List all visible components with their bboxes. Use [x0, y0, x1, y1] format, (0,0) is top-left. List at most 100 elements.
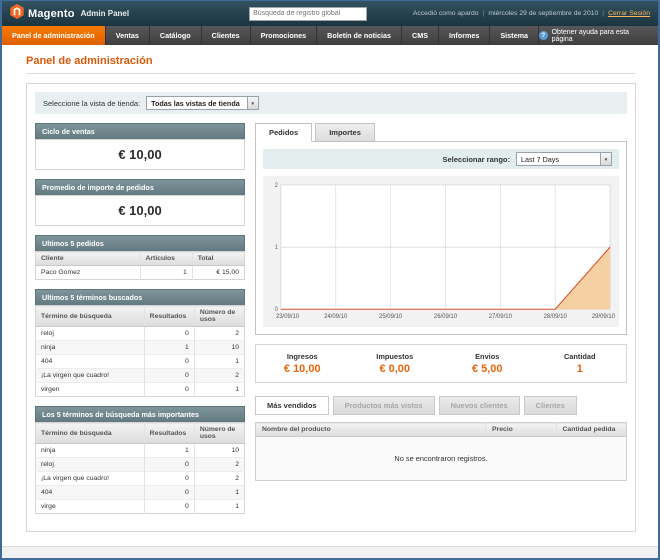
- table-row[interactable]: ¡La virgen que cuadro! 0 2: [36, 369, 245, 383]
- top-header: Magento Admin Panel Accedió como apardo …: [2, 1, 658, 26]
- chart-area: 01223/09/1024/09/1025/09/1026/09/1027/09…: [263, 176, 619, 327]
- brand: Magento Admin Panel: [10, 4, 129, 24]
- column-header: Número de usos: [194, 423, 244, 444]
- current-date: miércoles 29 de septiembre de 2010: [488, 10, 598, 17]
- dashboard-container: Seleccione la vista de tienda: Todas las…: [26, 83, 636, 532]
- nav-item-boletin[interactable]: Boletín de noticias: [317, 26, 402, 45]
- average-orders-value: € 10,00: [35, 195, 245, 226]
- content-area: Panel de administración Seleccione la vi…: [2, 45, 658, 538]
- panel-title: Promedio de importe de pedidos: [35, 179, 245, 195]
- nav-item-cms[interactable]: CMS: [402, 26, 439, 45]
- range-bar: Seleccionar rango: Last 7 Days ▼: [263, 149, 619, 169]
- table-row[interactable]: ¡La virgen que cuadro! 0 2: [36, 472, 245, 486]
- empty-row: No se encontraron registros.: [256, 437, 627, 481]
- top-search-terms-panel: Los 5 términos de búsqueda más important…: [35, 406, 245, 514]
- store-view-select[interactable]: Todas las vistas de tienda ▼: [146, 96, 259, 110]
- magento-logo-icon: [10, 4, 24, 24]
- session-info: Accedió como apardo | miércoles 29 de se…: [413, 10, 650, 17]
- top-search-terms-table: Término de búsqueda Resultados Número de…: [35, 422, 245, 514]
- nav-item-dashboard[interactable]: Panel de administración: [2, 26, 106, 45]
- stat-cantidad: Cantidad 1: [534, 352, 627, 375]
- column-header: Nombre del producto: [256, 423, 486, 437]
- last-search-terms-table: Término de búsqueda Resultados Número de…: [35, 305, 245, 397]
- table-row[interactable]: reloj 0 2: [36, 327, 245, 341]
- global-search-input[interactable]: [249, 7, 367, 21]
- nav-item-ventas[interactable]: Ventas: [106, 26, 150, 45]
- column-header: Resultados: [144, 306, 194, 327]
- main-nav: Panel de administración Ventas Catálogo …: [2, 26, 658, 45]
- logout-link[interactable]: Cerrar Sesión: [608, 10, 650, 17]
- svg-text:25/09/10: 25/09/10: [379, 314, 403, 320]
- tab-mas-vendidos[interactable]: Más vendidos: [255, 396, 329, 415]
- stat-envios: Envios € 5,00: [441, 352, 534, 375]
- svg-text:23/09/10: 23/09/10: [276, 314, 300, 320]
- svg-text:24/09/10: 24/09/10: [324, 314, 348, 320]
- table-row[interactable]: virge 0 1: [36, 500, 245, 514]
- svg-text:27/09/10: 27/09/10: [489, 314, 513, 320]
- main-panel: Pedidos Importes Seleccionar rango: Last…: [255, 123, 627, 523]
- last-orders-panel: Ultimos 5 pedidos Cliente Articulos Tota…: [35, 235, 245, 280]
- last-orders-table: Cliente Articulos Total Paco Gomez 1 € 1…: [35, 251, 245, 280]
- table-row[interactable]: Paco Gomez 1 € 15,00: [36, 266, 245, 280]
- panel-title: Los 5 términos de búsqueda más important…: [35, 406, 245, 422]
- nav-item-clientes[interactable]: Clientes: [202, 26, 251, 45]
- stat-impuestos: Impuestos € 0,00: [349, 352, 442, 375]
- table-row[interactable]: 404 0 1: [36, 355, 245, 369]
- table-row[interactable]: reloj 0 2: [36, 458, 245, 472]
- store-view-bar: Seleccione la vista de tienda: Todas las…: [35, 92, 627, 114]
- column-header: Cantidad pedida: [556, 423, 627, 437]
- tab-productos-mas-vistos[interactable]: Productos más vistos: [333, 396, 435, 415]
- page-footer: [2, 546, 658, 558]
- tab-importes[interactable]: Importes: [315, 123, 375, 142]
- range-value: Last 7 Days: [521, 155, 559, 164]
- svg-text:28/09/10: 28/09/10: [544, 314, 568, 320]
- column-header: Precio: [486, 423, 556, 437]
- logged-in-text: Accedió como apardo: [413, 10, 479, 17]
- chart-tabs: Pedidos Importes: [255, 123, 627, 141]
- title-divider: [26, 73, 636, 74]
- column-header: Término de búsqueda: [36, 423, 145, 444]
- page-title: Panel de administración: [26, 55, 636, 67]
- nav-item-informes[interactable]: Informes: [439, 26, 490, 45]
- nav-item-promociones[interactable]: Promociones: [251, 26, 318, 45]
- svg-text:29/09/10: 29/09/10: [592, 314, 616, 320]
- page-root: Magento Admin Panel Accedió como apardo …: [0, 0, 660, 560]
- help-link[interactable]: ? Obtener ayuda para esta página: [539, 26, 658, 45]
- lifetime-sales-value: € 10,00: [35, 139, 245, 170]
- help-icon: ?: [539, 31, 548, 40]
- table-row[interactable]: 404 0 1: [36, 486, 245, 500]
- separator: |: [483, 10, 485, 17]
- orders-chart: 01223/09/1024/09/1025/09/1026/09/1027/09…: [265, 178, 617, 325]
- table-row[interactable]: virgen 0 1: [36, 383, 245, 397]
- tab-nuevos-clientes[interactable]: Nuevos clientes: [439, 396, 520, 415]
- store-view-label: Seleccione la vista de tienda:: [43, 99, 140, 108]
- last-search-terms-panel: Ultimos 5 términos buscados Término de b…: [35, 289, 245, 397]
- average-orders-panel: Promedio de importe de pedidos € 10,00: [35, 179, 245, 226]
- grid-tabs: Más vendidos Productos más vistos Nuevos…: [255, 396, 627, 415]
- stat-ingresos: Ingresos € 10,00: [256, 352, 349, 375]
- column-header: Resultados: [144, 423, 194, 444]
- sidebar: Ciclo de ventas € 10,00 Promedio de impo…: [35, 123, 245, 523]
- column-header: Número de usos: [194, 306, 244, 327]
- table-row[interactable]: ninja 1 10: [36, 341, 245, 355]
- column-header: Término de búsqueda: [36, 306, 145, 327]
- lifetime-sales-panel: Ciclo de ventas € 10,00: [35, 123, 245, 170]
- panel-title: Ciclo de ventas: [35, 123, 245, 139]
- separator: |: [602, 10, 604, 17]
- tab-pedidos[interactable]: Pedidos: [255, 123, 312, 142]
- empty-message: No se encontraron registros.: [256, 437, 627, 481]
- column-header: Articulos: [140, 252, 192, 266]
- brand-name: Magento: [28, 8, 75, 20]
- nav-item-sistema[interactable]: Sistema: [490, 26, 539, 45]
- brand-subtitle: Admin Panel: [81, 9, 129, 18]
- totals-row: Ingresos € 10,00 Impuestos € 0,00 Envios…: [255, 344, 627, 383]
- tab-clientes[interactable]: Clientes: [524, 396, 577, 415]
- products-table: Nombre del producto Precio Cantidad pedi…: [255, 422, 627, 481]
- svg-text:26/09/10: 26/09/10: [434, 314, 458, 320]
- nav-item-catalogo[interactable]: Catálogo: [150, 26, 202, 45]
- panel-title: Ultimos 5 pedidos: [35, 235, 245, 251]
- range-select[interactable]: Last 7 Days ▼: [516, 152, 612, 166]
- table-row[interactable]: ninja 1 10: [36, 444, 245, 458]
- column-header: Cliente: [36, 252, 141, 266]
- store-view-value: Todas las vistas de tienda: [151, 99, 240, 108]
